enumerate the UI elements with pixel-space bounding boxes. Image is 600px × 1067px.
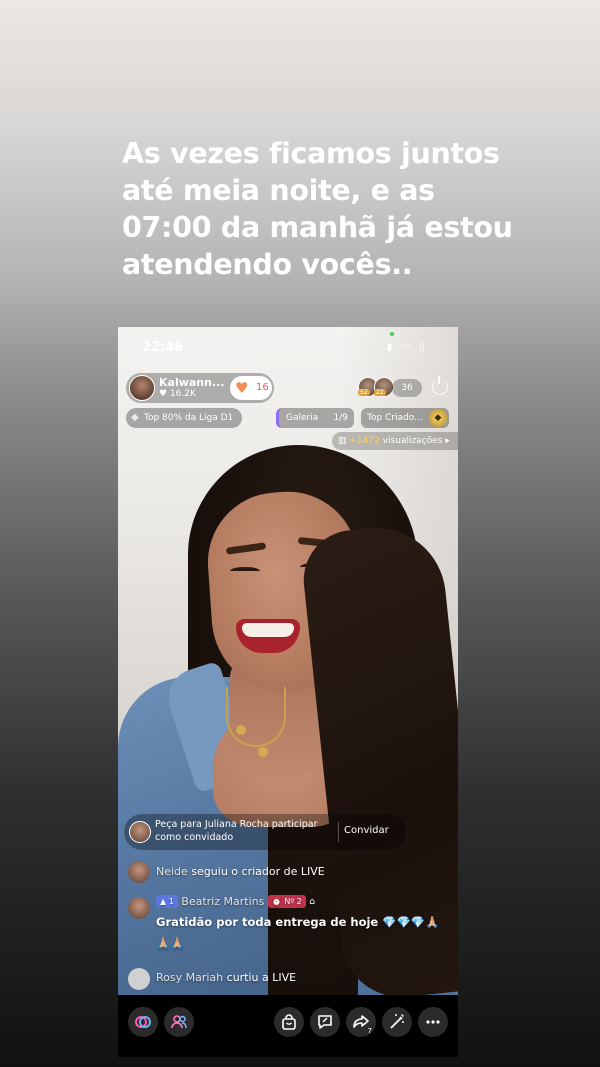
camera-indicator (390, 332, 394, 336)
chevron-right-icon: ▸ (445, 436, 450, 446)
fan-badge: ⏰ Nº 2 (267, 895, 306, 908)
invite-guest-banner: Peça para Juliana Rocha participar como … (124, 814, 406, 850)
gallery-chip[interactable]: Galeria 1/9 (276, 408, 354, 428)
comment-avatar[interactable] (128, 968, 150, 990)
close-live-icon[interactable] (432, 376, 448, 395)
follow-count: 16 (256, 382, 269, 393)
link-icon[interactable] (128, 1007, 158, 1037)
chart-icon: ▥ (338, 436, 347, 446)
views-counter[interactable]: ▥ +1472 visualizações ▸ (332, 432, 458, 450)
comment-avatar[interactable] (128, 897, 150, 919)
viewer-count[interactable]: 36 (392, 379, 422, 397)
comment-header: ▲ 1 Beatriz Martins ⏰ Nº 2 ⌂ (156, 895, 315, 908)
signal-icons: ▮ ◠ ▯ (386, 342, 428, 353)
host-avatar[interactable] (129, 375, 155, 401)
invite-text: Peça para Juliana Rocha participar como … (155, 819, 318, 843)
follow-button[interactable]: ♥ 16 (230, 376, 272, 400)
invite-button[interactable]: Convidar (344, 825, 389, 836)
host-info[interactable]: Kalwann... ♥ 16.2K ♥ 16 (126, 373, 274, 403)
top-creators-chip[interactable]: Top Criado... ◆ (361, 408, 449, 428)
medal-icon: ◆ (429, 409, 447, 427)
comment-message: Gratidão por toda entrega de hoje 💎💎💎🙏🏼🙏… (156, 915, 440, 950)
users-icon[interactable] (164, 1007, 194, 1037)
home-icon: ⌂ (309, 897, 315, 907)
comment-like: Rosy Mariah curtiu a LIVE (156, 971, 297, 984)
chat-icon[interactable] (310, 1007, 340, 1037)
shopping-bag-icon[interactable] (274, 1007, 304, 1037)
guest-avatar (129, 821, 151, 843)
share-icon[interactable]: 7 (346, 1007, 376, 1037)
magic-wand-icon[interactable] (382, 1007, 412, 1037)
host-name: Kalwann... (159, 376, 225, 389)
league-chip[interactable]: ◆ Top 80% da Liga D1 (126, 408, 242, 428)
heart-outline-icon: ♥ (159, 389, 168, 399)
more-icon[interactable] (418, 1007, 448, 1037)
share-count: 7 (367, 1027, 372, 1035)
bottom-toolbar: 7 (118, 995, 458, 1057)
necklace (226, 687, 286, 747)
comment-follow: Neide seguiu o criador de LIVE (156, 865, 325, 878)
story-caption: As vezes ficamos juntos até meia noite, … (122, 137, 513, 281)
live-screenshot: 22:46 ▮ ◠ ▯ Kalwann... ♥ 16.2K ♥ 16 52 2… (118, 327, 458, 1057)
diamond-icon: ◆ (131, 412, 139, 423)
top-viewers[interactable]: 52 22 36 (358, 377, 422, 399)
heart-icon: ♥ (235, 379, 249, 397)
comment-avatar[interactable] (128, 861, 150, 883)
status-bar: 22:46 ▮ ◠ ▯ (118, 327, 458, 367)
level-badge: ▲ 1 (156, 895, 178, 908)
status-time: 22:46 (142, 340, 184, 355)
host-likes: ♥ 16.2K (159, 389, 196, 399)
